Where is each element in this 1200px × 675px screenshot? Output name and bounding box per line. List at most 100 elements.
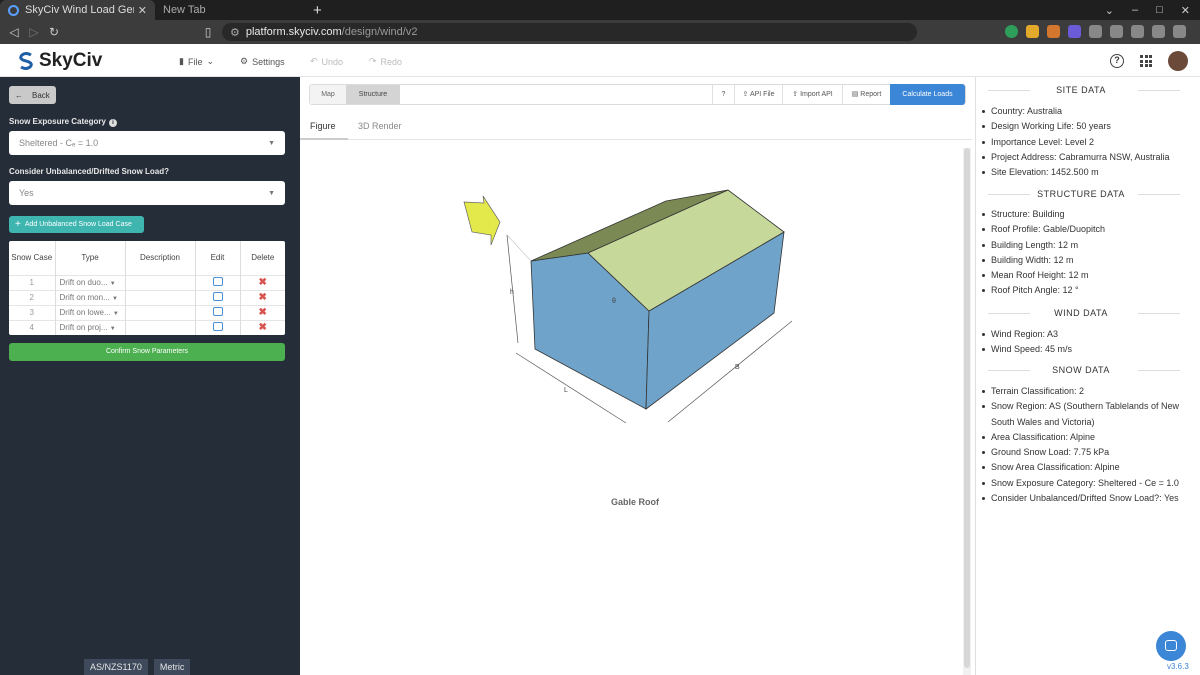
bookmark-icon[interactable]: ▯ [198,25,218,39]
reload-icon[interactable]: ↻ [44,25,64,39]
type-select[interactable]: Drift on mon... ▼ [55,289,126,305]
extension-icon[interactable] [1026,25,1039,38]
list-item: Design Working Life: 50 years [976,119,1196,134]
tab-3d-render[interactable]: 3D Render [358,121,402,131]
caret-down-icon: ▼ [268,139,275,147]
undo-button[interactable]: ↶ Undo [310,56,343,67]
chat-bubble-icon [1165,640,1177,651]
figure-scrollbar[interactable] [963,148,971,675]
snow-exposure-select[interactable]: Sheltered - Cₑ = 1.0 ▼ [9,131,285,155]
list-item: Country: Australia [976,104,1196,119]
delete-icon[interactable]: ✖ [259,277,267,288]
metamask-icon[interactable] [1047,25,1060,38]
unbalanced-select[interactable]: Yes ▼ [9,181,285,205]
description-input[interactable] [125,319,196,335]
redo-button[interactable]: ↷ Redo [369,56,402,67]
back-button[interactable]: ← Back [9,86,56,104]
menu-icon[interactable] [1173,25,1186,38]
skyciv-favicon-icon [8,4,19,16]
structure-data-list: Structure: Building Roof Profile: Gable/… [976,207,1196,299]
units-badge[interactable]: Metric [153,659,191,675]
wallet-icon[interactable] [1152,25,1165,38]
browser-toolbar: ◁ ▷ ↻ ▯ ⚙ platform.skyciv.com/design/win… [0,20,1200,44]
site-data-list: Country: Australia Design Working Life: … [976,104,1196,180]
view-tabs: Figure 3D Render [300,115,972,140]
type-select[interactable]: Drift on lowe... ▼ [55,304,126,320]
confirm-snow-parameters-button[interactable]: Confirm Snow Parameters [9,343,285,361]
report-button[interactable]: ▤ Report [842,85,890,104]
apps-grid-icon[interactable] [1140,55,1152,67]
edit-icon[interactable] [212,322,223,332]
description-input[interactable] [125,289,196,305]
tab-structure[interactable]: Structure [346,85,400,104]
sidebar-icon[interactable] [1131,25,1144,38]
type-select[interactable]: Drift on proj... ▼ [55,319,126,335]
gear-icon: ⚙ [240,56,249,66]
close-window-icon[interactable]: ✕ [1181,4,1190,17]
structure-data-heading: STRUCTURE DATA [976,189,1186,199]
list-item: Roof Profile: Gable/Duopitch [976,222,1196,237]
browser-tab-new[interactable]: New Tab [155,0,305,20]
grammarly-icon[interactable] [1005,25,1018,38]
tab-search-icon[interactable]: ⌄ [1105,4,1114,17]
url-host: platform.skyciv.com [245,26,342,38]
divider [1138,194,1180,195]
active-tab-underline [300,138,348,140]
upload-icon: ⇪ [742,91,749,98]
api-file-button[interactable]: ⇪ API File [734,85,782,104]
help-button[interactable]: ? [712,85,734,104]
type-select[interactable]: Drift on duo... ▼ [55,274,126,290]
case-number: 4 [9,319,56,335]
table-row: 2 Drift on mon... ▼ ✖ [9,289,285,305]
divider [988,90,1030,91]
skyciv-logo[interactable]: SkyCiv [18,50,102,72]
description-input[interactable] [125,274,196,290]
list-item: Snow Area Classification: Alpine [976,460,1191,475]
unbalanced-label: Consider Unbalanced/Drifted Snow Load? [9,167,170,176]
back-arrow-icon[interactable]: ◁ [4,25,24,39]
browser-tab-active[interactable]: SkyCiv Wind Load Generat ✕ [0,0,155,20]
scrollbar-thumb[interactable] [964,148,970,668]
import-api-button[interactable]: ⇪ Import API [782,85,842,104]
extension-icon[interactable] [1110,25,1123,38]
delete-icon[interactable]: ✖ [259,307,267,318]
list-item: Snow Region: AS (Southern Tablelands of … [976,399,1191,430]
snow-data-heading: SNOW DATA [976,365,1186,375]
tab-figure[interactable]: Figure [310,121,336,131]
close-tab-icon[interactable]: ✕ [138,4,147,17]
list-item: Project Address: Cabramurra NSW, Austral… [976,150,1196,165]
tab-map[interactable]: Map [310,85,346,104]
forward-arrow-icon[interactable]: ▷ [24,25,44,39]
minimize-icon[interactable]: – [1132,4,1138,16]
edit-icon[interactable] [212,277,223,286]
chat-support-button[interactable] [1156,631,1186,661]
import-api-label: Import API [800,91,833,98]
info-icon[interactable]: i [108,119,117,127]
app-version: v3.6.3 [1167,662,1189,671]
delete-icon[interactable]: ✖ [259,322,267,333]
case-number: 1 [9,274,56,290]
settings-menu[interactable]: ⚙ Settings [240,56,285,67]
file-menu[interactable]: ▮ File ⌄ [179,56,214,67]
description-input[interactable] [125,304,196,320]
help-icon[interactable]: ? [1110,54,1124,68]
delete-icon[interactable]: ✖ [259,292,267,303]
url-input[interactable]: ⚙ platform.skyciv.com/design/wind/v2 [222,23,917,41]
calculate-loads-button[interactable]: Calculate Loads [890,84,965,105]
edit-icon[interactable] [212,307,223,316]
api-file-label: API File [749,91,775,98]
avatar[interactable] [1168,51,1188,71]
site-info-icon[interactable]: ⚙ [230,26,240,39]
settings-label: Settings [252,56,285,67]
add-unbalanced-snow-case-button[interactable]: + Add Unbalanced Snow Load Case [9,216,144,233]
new-tab-icon[interactable]: + [313,0,322,20]
maximize-icon[interactable]: □ [1156,4,1163,16]
tab-title: SkyCiv Wind Load Generat [25,4,134,16]
snow-exposure-label-text: Snow Exposure Category [9,117,106,126]
left-panel-footer: AS/NZS1170 Metric [84,659,191,675]
extension-icon[interactable] [1068,25,1081,38]
design-code-badge[interactable]: AS/NZS1170 [84,659,148,675]
breadth-label: B [735,364,740,371]
puzzle-icon[interactable] [1089,25,1102,38]
edit-icon[interactable] [212,292,223,301]
